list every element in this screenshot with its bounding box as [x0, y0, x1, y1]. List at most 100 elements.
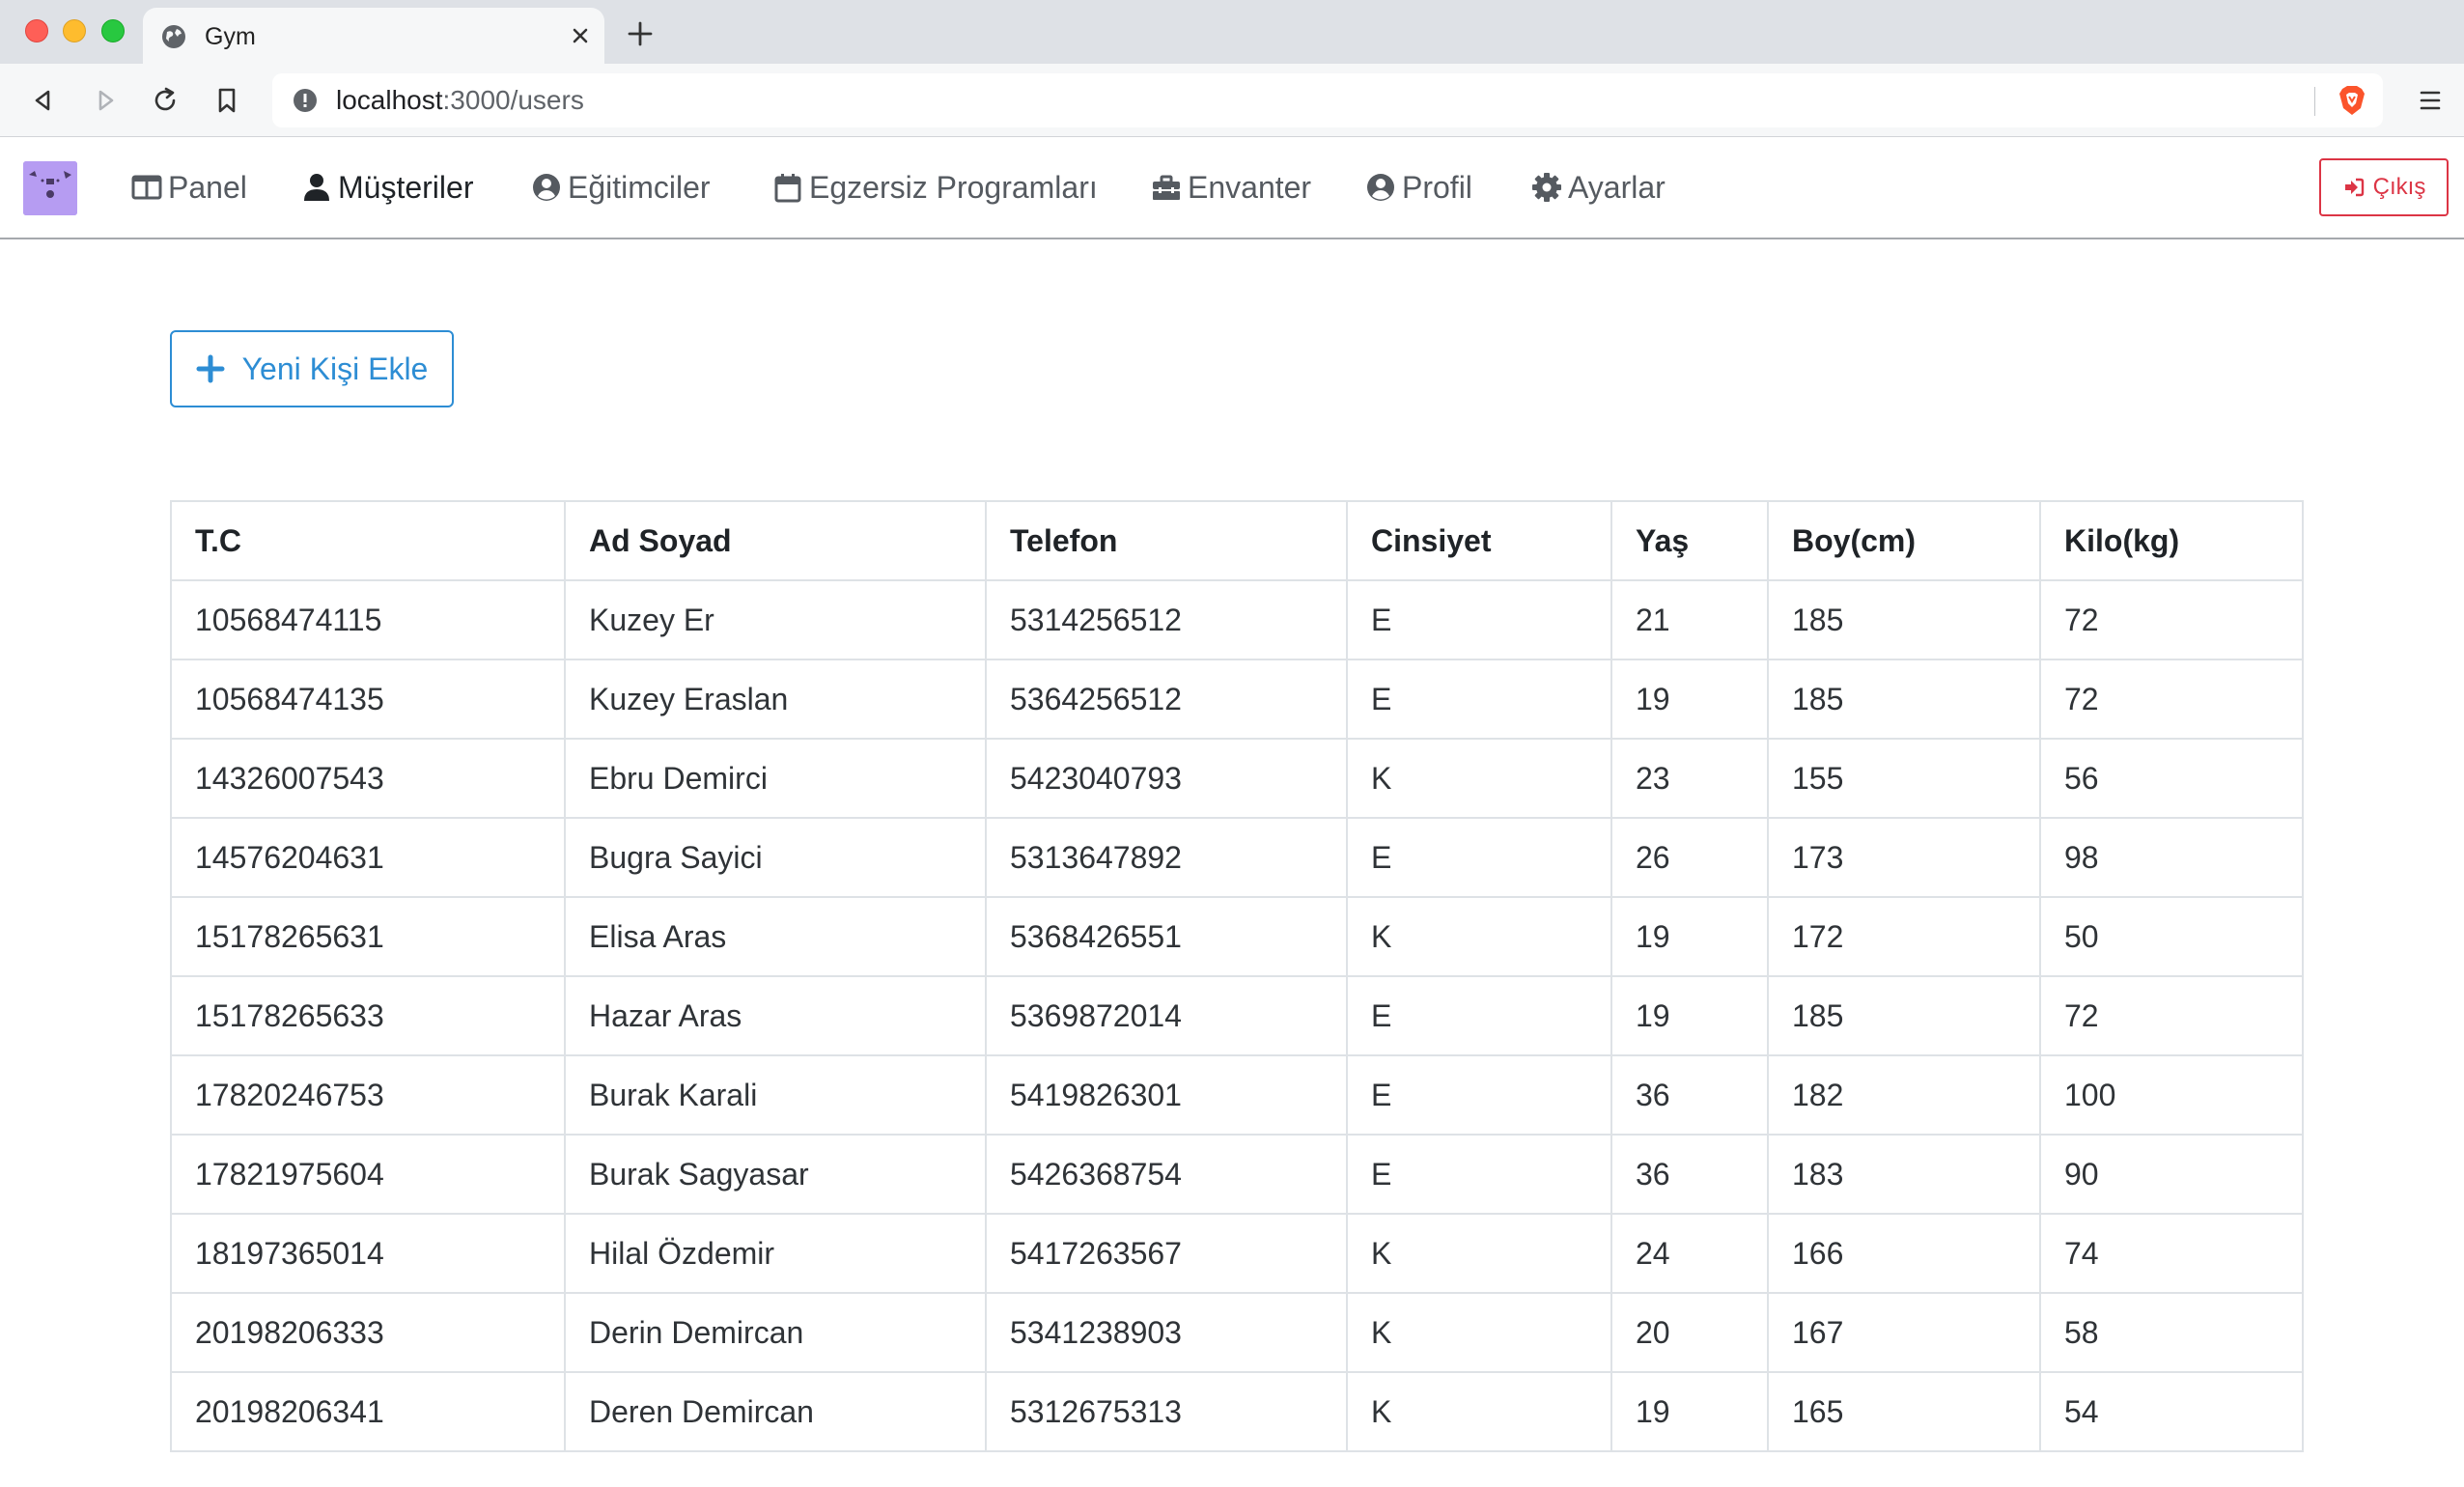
- table-cell: 17820246753: [170, 1054, 566, 1136]
- window-minimize-button[interactable]: [63, 19, 86, 42]
- table-cell: 98: [2039, 817, 2304, 898]
- column-header: Cinsiyet: [1346, 500, 1612, 581]
- logout-button[interactable]: Çıkış: [2319, 158, 2449, 216]
- browser-tab[interactable]: Gym: [143, 8, 604, 64]
- table-cell: Burak Sagyasar: [564, 1134, 987, 1215]
- table-cell: K: [1346, 1292, 1612, 1373]
- nav-item-egitimciler[interactable]: Eğitimciler: [531, 166, 711, 209]
- user-icon: [304, 174, 329, 201]
- table-row[interactable]: 14326007543 Ebru Demirci 5423040793 K 23 155 5…: [170, 738, 2304, 819]
- nav-item-label: Envanter: [1188, 169, 1312, 205]
- table-cell: 14576204631: [170, 817, 566, 898]
- table-row[interactable]: 20198206341 Deren Demircan 5312675313 K 19 16…: [170, 1371, 2304, 1452]
- table-row[interactable]: 17820246753 Burak Karali 5419826301 E 36 182 1…: [170, 1054, 2304, 1136]
- info-icon[interactable]: [292, 87, 319, 114]
- nav-item-label: Profil: [1402, 169, 1472, 205]
- table-cell: 5364256512: [985, 659, 1348, 740]
- app-navbar: Panel Müşteriler Eğitimciler Egzersiz Pr…: [0, 137, 2464, 239]
- nav-item-egzersiz-programlari[interactable]: Egzersiz Programları: [772, 166, 1098, 209]
- table-cell: 173: [1767, 817, 2041, 898]
- table-row[interactable]: 14576204631 Bugra Sayici 5313647892 E 26 173 9…: [170, 817, 2304, 898]
- table-cell: 5368426551: [985, 896, 1348, 977]
- brave-shield-icon[interactable]: [2335, 83, 2369, 118]
- table-cell: Bugra Sayici: [564, 817, 987, 898]
- table-cell: 72: [2039, 659, 2304, 740]
- columns-icon: [131, 175, 162, 200]
- table-cell: Derin Demircan: [564, 1292, 987, 1373]
- table-cell: Deren Demircan: [564, 1371, 987, 1452]
- browser-toolbar: localhost:3000/users: [0, 64, 2464, 137]
- table-header-row: T.C Ad Soyad Telefon Cinsiyet Yaş Boy(cm…: [170, 500, 2304, 581]
- table-cell: 14326007543: [170, 738, 566, 819]
- table-cell: E: [1346, 975, 1612, 1056]
- table-cell: 5314256512: [985, 579, 1348, 660]
- add-person-button[interactable]: Yeni Kişi Ekle: [170, 330, 454, 407]
- nav-item-label: Ayarlar: [1568, 169, 1666, 205]
- nav-item-envanter[interactable]: Envanter: [1151, 166, 1311, 209]
- table-cell: 15178265631: [170, 896, 566, 977]
- table-cell: K: [1346, 738, 1612, 819]
- table-cell: 10568474115: [170, 579, 566, 660]
- table-cell: 172: [1767, 896, 2041, 977]
- table-row[interactable]: 10568474135 Kuzey Eraslan 5364256512 E 19 185…: [170, 659, 2304, 740]
- reload-icon[interactable]: [149, 84, 182, 117]
- globe-icon: [162, 25, 185, 48]
- table-cell: 5312675313: [985, 1371, 1348, 1452]
- new-tab-icon[interactable]: [626, 19, 655, 48]
- table-row[interactable]: 15178265631 Elisa Aras 5368426551 K 19 172 50: [170, 896, 2304, 977]
- user-circle-icon: [533, 174, 560, 201]
- table-cell: 185: [1767, 975, 2041, 1056]
- table-cell: 24: [1610, 1213, 1769, 1294]
- table-cell: 20198206333: [170, 1292, 566, 1373]
- nav-item-profil[interactable]: Profil: [1365, 166, 1472, 209]
- table-cell: 5423040793: [985, 738, 1348, 819]
- table-cell: 20198206341: [170, 1371, 566, 1452]
- browser-menu-icon[interactable]: [2414, 83, 2447, 118]
- table-cell: 20: [1610, 1292, 1769, 1373]
- gym-logo[interactable]: [23, 161, 77, 215]
- table-cell: 90: [2039, 1134, 2304, 1215]
- table-body: 10568474115 Kuzey Er 5314256512 E 21 185 72 105…: [170, 579, 2304, 1452]
- address-bar-divider: [2314, 87, 2315, 116]
- table-cell: Kuzey Er: [564, 579, 987, 660]
- table-cell: 19: [1610, 659, 1769, 740]
- table-cell: E: [1346, 817, 1612, 898]
- table-cell: 5313647892: [985, 817, 1348, 898]
- nav-item-label: Egzersiz Programları: [809, 169, 1098, 205]
- table-cell: 185: [1767, 659, 2041, 740]
- table-cell: E: [1346, 1134, 1612, 1215]
- browser-tabstrip: Gym: [0, 0, 2464, 64]
- bookmark-icon[interactable]: [210, 84, 243, 117]
- table-cell: 5369872014: [985, 975, 1348, 1056]
- nav-item-musteriler[interactable]: Müşteriler: [301, 166, 473, 209]
- column-header: Boy(cm): [1767, 500, 2041, 581]
- back-icon[interactable]: [27, 84, 60, 117]
- close-icon[interactable]: [566, 21, 595, 50]
- column-header: Yaş: [1610, 500, 1769, 581]
- table-cell: K: [1346, 1213, 1612, 1294]
- table-cell: 10568474135: [170, 659, 566, 740]
- url-host: localhost: [336, 85, 443, 115]
- table-row[interactable]: 20198206333 Derin Demircan 5341238903 K 20 16…: [170, 1292, 2304, 1373]
- table-row[interactable]: 10568474115 Kuzey Er 5314256512 E 21 185 72: [170, 579, 2304, 660]
- nav-item-panel[interactable]: Panel: [131, 166, 247, 209]
- table-cell: 23: [1610, 738, 1769, 819]
- table-row[interactable]: 18197365014 Hilal Özdemir 5417263567 K 24 166…: [170, 1213, 2304, 1294]
- table-cell: 74: [2039, 1213, 2304, 1294]
- window-zoom-button[interactable]: [101, 19, 125, 42]
- address-bar[interactable]: localhost:3000/users: [272, 73, 2383, 127]
- table-cell: 36: [1610, 1054, 1769, 1136]
- column-header: Kilo(kg): [2039, 500, 2304, 581]
- user-circle-icon: [1367, 174, 1394, 201]
- table-row[interactable]: 15178265633 Hazar Aras 5369872014 E 19 185 72: [170, 975, 2304, 1056]
- table-row[interactable]: 17821975604 Burak Sagyasar 5426368754 E 36 18…: [170, 1134, 2304, 1215]
- window-close-button[interactable]: [25, 19, 48, 42]
- nav-item-ayarlar[interactable]: Ayarlar: [1531, 166, 1666, 209]
- url-path: :3000/users: [442, 85, 584, 115]
- table-cell: E: [1346, 1054, 1612, 1136]
- users-table: T.C Ad Soyad Telefon Cinsiyet Yaş Boy(cm…: [170, 500, 2304, 1452]
- table-cell: 155: [1767, 738, 2041, 819]
- table-cell: 185: [1767, 579, 2041, 660]
- forward-icon[interactable]: [89, 84, 122, 117]
- table-cell: 5341238903: [985, 1292, 1348, 1373]
